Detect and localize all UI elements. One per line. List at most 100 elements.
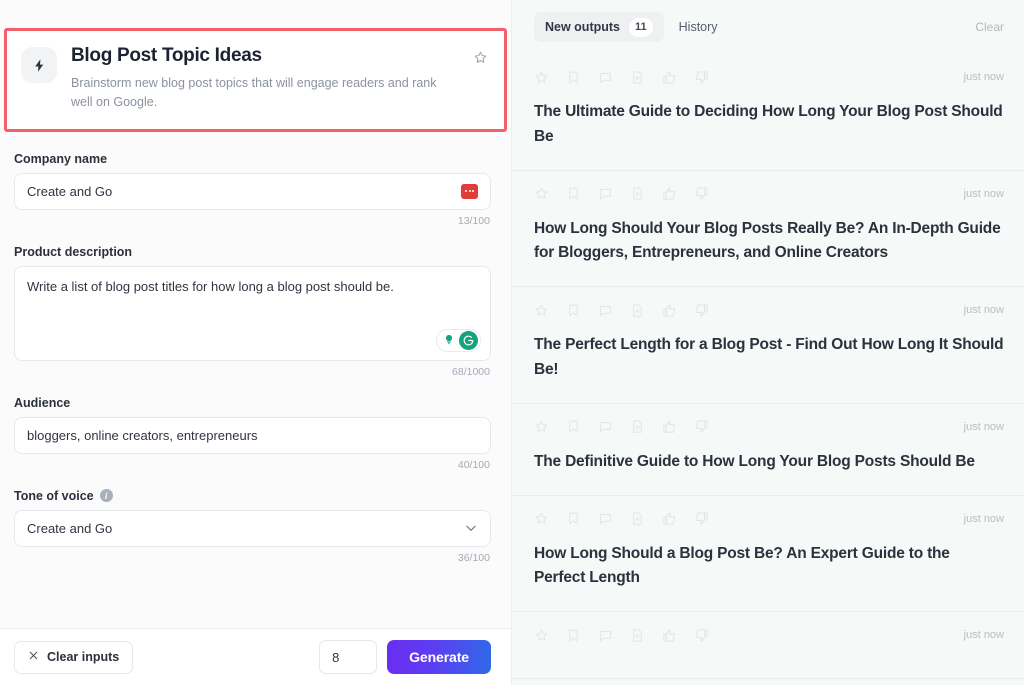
company-name-label: Company name xyxy=(14,152,491,166)
output-text[interactable]: How Long Should a Blog Post Be? An Exper… xyxy=(534,542,1004,592)
bookmark-icon[interactable] xyxy=(566,628,581,643)
tone-of-voice-label-text: Tone of voice xyxy=(14,489,94,503)
output-text[interactable]: The Ultimate Guide to Deciding How Long … xyxy=(534,100,1004,150)
document-icon[interactable] xyxy=(630,419,645,434)
output-text[interactable]: The Definitive Guide to How Long Your Bl… xyxy=(534,450,1004,475)
tab-new-outputs[interactable]: New outputs 11 xyxy=(534,12,664,42)
tool-description: Brainstorm new blog post topics that wil… xyxy=(71,74,452,113)
output-actions: just now xyxy=(534,416,1004,438)
grammarly-widget[interactable] xyxy=(436,329,481,352)
document-icon[interactable] xyxy=(630,186,645,201)
comment-icon[interactable] xyxy=(598,419,613,434)
thumbs-down-icon[interactable] xyxy=(694,303,709,318)
output-count-value: 8 xyxy=(332,650,339,665)
bookmark-icon[interactable] xyxy=(566,186,581,201)
bookmark-icon[interactable] xyxy=(566,511,581,526)
comment-icon[interactable] xyxy=(598,628,613,643)
thumbs-down-icon[interactable] xyxy=(694,70,709,85)
thumbs-down-icon[interactable] xyxy=(694,511,709,526)
field-product-description: Product description Write a list of blog… xyxy=(14,245,491,361)
output-timestamp: just now xyxy=(964,629,1004,641)
clear-inputs-label: Clear inputs xyxy=(47,650,119,664)
tool-form: Company name Create and Go 13/100 Produc… xyxy=(0,144,511,628)
clear-outputs-link[interactable]: Clear xyxy=(975,20,1004,34)
document-icon[interactable] xyxy=(630,303,645,318)
output-count-input[interactable]: 8 xyxy=(319,640,377,674)
star-icon[interactable] xyxy=(534,511,549,526)
lightbulb-icon[interactable] xyxy=(439,331,458,350)
close-x-icon xyxy=(28,650,39,664)
output-actions: just now xyxy=(534,66,1004,88)
product-description-label: Product description xyxy=(14,245,491,259)
thumbs-up-icon[interactable] xyxy=(662,186,677,201)
bookmark-icon[interactable] xyxy=(566,70,581,85)
star-icon[interactable] xyxy=(534,628,549,643)
output-actions: just now xyxy=(534,508,1004,530)
star-icon[interactable] xyxy=(534,303,549,318)
generate-button[interactable]: Generate xyxy=(387,640,491,674)
thumbs-up-icon[interactable] xyxy=(662,628,677,643)
grammarly-logo-icon[interactable] xyxy=(459,331,478,350)
star-outline-icon[interactable] xyxy=(470,47,490,67)
clear-inputs-button[interactable]: Clear inputs xyxy=(14,641,133,674)
outputs-panel: New outputs 11 History Clear just now xyxy=(512,0,1024,685)
thumbs-down-icon[interactable] xyxy=(694,186,709,201)
output-card: just now How Long Should Your Blog Posts… xyxy=(512,171,1024,288)
thumbs-down-icon[interactable] xyxy=(694,628,709,643)
thumbs-up-icon[interactable] xyxy=(662,70,677,85)
star-icon[interactable] xyxy=(534,419,549,434)
comment-icon[interactable] xyxy=(598,303,613,318)
bookmark-icon[interactable] xyxy=(566,303,581,318)
output-timestamp: just now xyxy=(964,71,1004,83)
thumbs-down-icon[interactable] xyxy=(694,419,709,434)
output-timestamp: just now xyxy=(964,188,1004,200)
info-icon[interactable]: i xyxy=(100,489,113,502)
comment-icon[interactable] xyxy=(598,70,613,85)
company-name-input[interactable]: Create and Go xyxy=(14,173,491,210)
tone-of-voice-label: Tone of voice i xyxy=(14,489,491,503)
tone-of-voice-value: Create and Go xyxy=(27,521,112,536)
star-icon[interactable] xyxy=(534,70,549,85)
audience-input[interactable]: bloggers, online creators, entrepreneurs xyxy=(14,417,491,454)
tool-header-text: Blog Post Topic Ideas Brainstorm new blo… xyxy=(71,45,456,113)
company-name-counter: 13/100 xyxy=(14,215,491,227)
comment-icon[interactable] xyxy=(598,511,613,526)
new-outputs-count-badge: 11 xyxy=(629,18,653,37)
tone-of-voice-counter: 36/100 xyxy=(14,552,491,564)
tab-history[interactable]: History xyxy=(668,12,729,42)
output-text[interactable]: The Perfect Length for a Blog Post - Fin… xyxy=(534,333,1004,383)
company-name-value: Create and Go xyxy=(27,184,461,199)
output-timestamp: just now xyxy=(964,421,1004,433)
tool-input-panel: Blog Post Topic Ideas Brainstorm new blo… xyxy=(0,0,512,685)
output-timestamp: just now xyxy=(964,513,1004,525)
lastpass-icon[interactable] xyxy=(461,184,478,199)
audience-counter: 40/100 xyxy=(14,459,491,471)
output-card: just now xyxy=(512,612,1024,679)
output-card: just now How Long Should a Blog Post Be?… xyxy=(512,496,1024,613)
document-icon[interactable] xyxy=(630,70,645,85)
chevron-down-icon xyxy=(464,521,478,535)
audience-value: bloggers, online creators, entrepreneurs xyxy=(27,428,478,443)
thumbs-up-icon[interactable] xyxy=(662,511,677,526)
output-card: just now The Definitive Guide to How Lon… xyxy=(512,404,1024,496)
bookmark-icon[interactable] xyxy=(566,419,581,434)
output-timestamp: just now xyxy=(964,304,1004,316)
tab-history-label: History xyxy=(679,20,718,34)
product-description-input[interactable]: Write a list of blog post titles for how… xyxy=(14,266,491,361)
star-icon[interactable] xyxy=(534,186,549,201)
document-icon[interactable] xyxy=(630,628,645,643)
tool-header-region: Blog Post Topic Ideas Brainstorm new blo… xyxy=(0,0,511,144)
comment-icon[interactable] xyxy=(598,186,613,201)
field-tone-of-voice: Tone of voice i Create and Go xyxy=(14,489,491,547)
product-description-value: Write a list of blog post titles for how… xyxy=(27,279,394,294)
thumbs-up-icon[interactable] xyxy=(662,303,677,318)
outputs-list: just now The Ultimate Guide to Deciding … xyxy=(512,54,1024,685)
tool-header-card: Blog Post Topic Ideas Brainstorm new blo… xyxy=(4,28,507,132)
output-card: just now The Ultimate Guide to Deciding … xyxy=(512,54,1024,171)
thumbs-up-icon[interactable] xyxy=(662,419,677,434)
tone-of-voice-select[interactable]: Create and Go xyxy=(14,510,491,547)
output-actions: just now xyxy=(534,299,1004,321)
output-text[interactable]: How Long Should Your Blog Posts Really B… xyxy=(534,217,1004,267)
document-icon[interactable] xyxy=(630,511,645,526)
field-company-name: Company name Create and Go xyxy=(14,152,491,210)
